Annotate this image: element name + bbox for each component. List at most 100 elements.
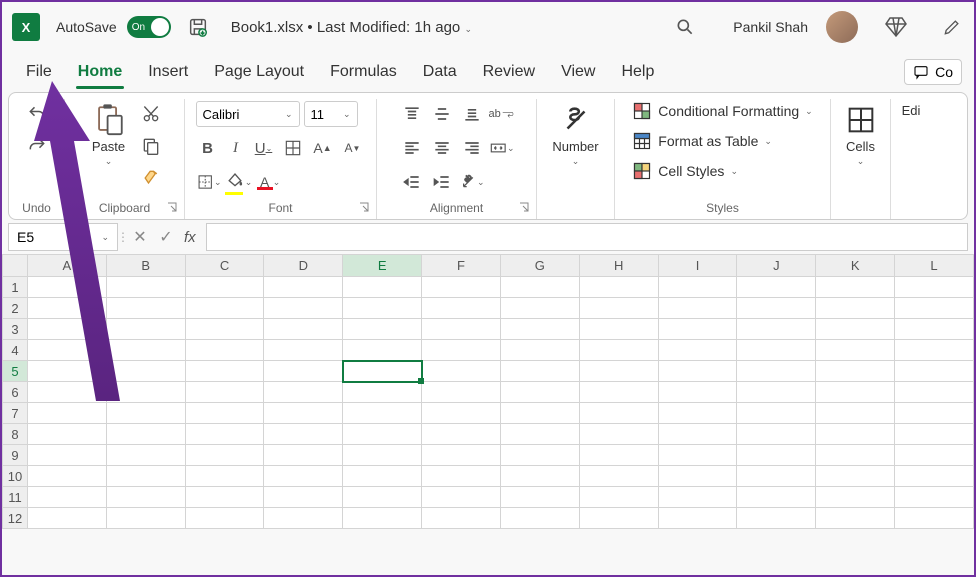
cell[interactable] [185,382,264,403]
cell[interactable] [422,361,501,382]
cell[interactable] [264,487,343,508]
cell[interactable] [579,319,658,340]
conditional-formatting-button[interactable]: Conditional Formatting⌄ [632,99,812,123]
cell[interactable] [579,508,658,529]
cell[interactable] [816,445,895,466]
column-header[interactable]: B [106,255,185,277]
row-header[interactable]: 1 [3,277,28,298]
cell[interactable] [658,445,737,466]
avatar[interactable] [826,11,858,43]
cell[interactable] [422,487,501,508]
pen-icon[interactable] [942,17,962,37]
tab-review[interactable]: Review [471,57,547,87]
cell[interactable] [27,424,106,445]
cell[interactable] [500,277,579,298]
cell[interactable] [500,340,579,361]
border-button[interactable] [280,135,306,161]
cell[interactable] [895,298,974,319]
cell[interactable] [895,277,974,298]
cell[interactable] [895,424,974,445]
cell[interactable] [343,382,422,403]
cell[interactable] [106,319,185,340]
cell[interactable] [816,382,895,403]
cell[interactable] [579,403,658,424]
cell[interactable] [579,424,658,445]
editing-button[interactable]: Edi [896,99,927,122]
cell[interactable] [816,466,895,487]
cell[interactable] [343,466,422,487]
cell-styles-button[interactable]: Cell Styles⌄ [632,159,738,183]
cell[interactable] [343,319,422,340]
cell[interactable] [106,445,185,466]
cell[interactable] [264,298,343,319]
cell[interactable] [106,340,185,361]
cell[interactable] [422,508,501,529]
cell[interactable] [500,487,579,508]
comments-button[interactable]: Co [904,59,962,85]
cell[interactable] [579,487,658,508]
column-header[interactable]: G [500,255,579,277]
cell[interactable] [264,445,343,466]
cell[interactable] [658,424,737,445]
cell[interactable] [500,424,579,445]
align-top-button[interactable] [399,101,425,127]
cell[interactable] [106,508,185,529]
search-icon[interactable] [675,17,695,37]
format-painter-button[interactable] [138,165,164,191]
column-header[interactable]: L [895,255,974,277]
align-middle-button[interactable] [429,101,455,127]
cell[interactable] [737,508,816,529]
cell[interactable] [816,403,895,424]
cell[interactable] [579,298,658,319]
cell[interactable] [422,382,501,403]
cell[interactable] [816,487,895,508]
column-header[interactable]: D [264,255,343,277]
cell[interactable] [500,319,579,340]
cell[interactable] [343,340,422,361]
bold-button[interactable]: B [196,135,220,161]
name-box[interactable]: E5⌄ [8,223,118,251]
cell[interactable] [106,466,185,487]
decrease-indent-button[interactable] [399,169,425,195]
cell[interactable] [185,277,264,298]
cell[interactable] [343,487,422,508]
row-header[interactable]: 11 [3,487,28,508]
cell[interactable] [658,508,737,529]
cell[interactable] [185,361,264,382]
cell[interactable] [106,277,185,298]
cell[interactable] [658,340,737,361]
cell[interactable] [27,319,106,340]
cell[interactable] [658,487,737,508]
formula-input[interactable] [206,223,968,251]
cell[interactable] [343,361,422,382]
cell[interactable] [737,487,816,508]
row-header[interactable]: 9 [3,445,28,466]
cell[interactable] [737,382,816,403]
cell[interactable] [816,298,895,319]
cell[interactable] [658,319,737,340]
font-size-select[interactable]: 11⌄ [304,101,358,127]
cell[interactable] [422,424,501,445]
tab-page-layout[interactable]: Page Layout [202,57,316,87]
cell[interactable] [343,508,422,529]
save-icon[interactable] [187,16,209,38]
cell[interactable] [27,487,106,508]
cell[interactable] [895,382,974,403]
cell[interactable] [264,466,343,487]
cell[interactable] [500,403,579,424]
cell[interactable] [500,466,579,487]
document-title[interactable]: Book1.xlsx • Last Modified: 1h ago ⌄ [231,19,472,36]
cell[interactable] [737,445,816,466]
cell[interactable] [106,298,185,319]
merge-center-button[interactable]: ⌄ [489,135,515,161]
cell[interactable] [422,445,501,466]
dialog-launcher-icon[interactable] [166,201,178,213]
cell[interactable] [264,319,343,340]
cell[interactable] [895,466,974,487]
row-header[interactable]: 8 [3,424,28,445]
cell[interactable] [185,403,264,424]
cell[interactable] [895,445,974,466]
cell[interactable] [185,508,264,529]
cell[interactable] [658,298,737,319]
cell[interactable] [106,382,185,403]
